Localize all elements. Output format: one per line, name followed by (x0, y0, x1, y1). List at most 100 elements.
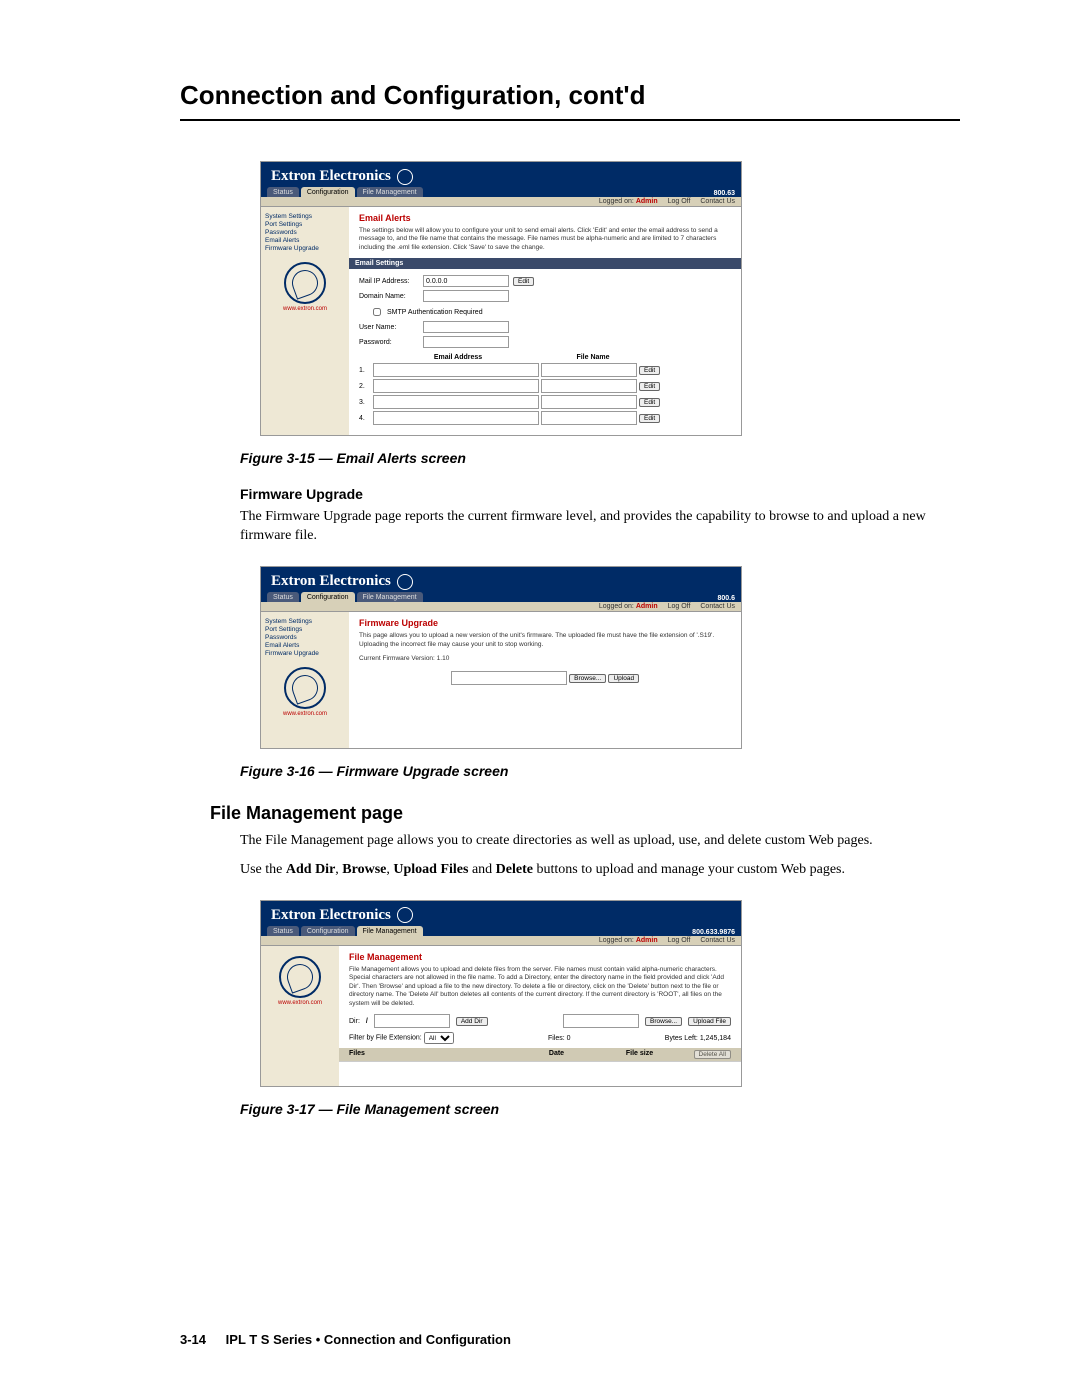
tab-bar: Status Configuration File Management 800… (261, 926, 741, 936)
smtp-auth-checkbox[interactable] (373, 308, 381, 316)
tab-status[interactable]: Status (267, 926, 299, 936)
tab-status[interactable]: Status (267, 592, 299, 602)
delete-all-button[interactable]: Delete All (694, 1050, 731, 1059)
sidebar-item-passwords[interactable]: Passwords (265, 634, 345, 641)
file-name-input[interactable] (541, 363, 637, 377)
col-file-size: File size (598, 1050, 681, 1059)
contact-link[interactable]: Contact Us (700, 937, 735, 944)
filter-select[interactable]: All (424, 1032, 454, 1044)
page-footer: 3-14 IPL T S Series • Connection and Con… (180, 1332, 511, 1347)
mail-ip-input[interactable] (423, 275, 509, 287)
sidebar-url[interactable]: www.extron.com (265, 306, 345, 312)
sidebar: www.extron.com (261, 946, 339, 1086)
extron-logo-icon (284, 667, 326, 709)
email-address-input[interactable] (373, 411, 539, 425)
file-name-input[interactable] (541, 411, 637, 425)
sidebar: System Settings Port Settings Passwords … (261, 207, 349, 435)
sidebar-item-port-settings[interactable]: Port Settings (265, 221, 345, 228)
tab-configuration[interactable]: Configuration (301, 187, 355, 197)
email-address-input[interactable] (373, 363, 539, 377)
status-bar: Logged on: Admin Log Off Contact Us (261, 602, 741, 612)
footer-text: IPL T S Series • Connection and Configur… (226, 1332, 511, 1347)
edit-button[interactable]: Edit (639, 398, 660, 407)
col-email-address: Email Address (373, 354, 543, 361)
email-address-input[interactable] (373, 379, 539, 393)
firmware-upgrade-screenshot: Extron Electronics Status Configuration … (260, 566, 742, 749)
window-header: Extron Electronics (261, 162, 741, 187)
sidebar-item-passwords[interactable]: Passwords (265, 229, 345, 236)
sidebar-item-system-settings[interactable]: System Settings (265, 618, 345, 625)
tab-file-management[interactable]: File Management (357, 592, 423, 602)
upload-button[interactable]: Upload (608, 674, 639, 683)
row-number: 2. (359, 383, 371, 390)
logoff-link[interactable]: Log Off (668, 937, 691, 944)
brand-text: Extron Electronics (271, 907, 391, 924)
logged-on-label: Logged on: (599, 603, 634, 610)
upload-path-input[interactable] (563, 1014, 639, 1028)
extron-logo-icon (284, 262, 326, 304)
contact-link[interactable]: Contact Us (700, 603, 735, 610)
tab-file-management[interactable]: File Management (357, 926, 423, 936)
password-label: Password: (359, 339, 419, 346)
firmware-upgrade-heading: Firmware Upgrade (240, 486, 960, 502)
panel-title: File Management (349, 952, 731, 962)
sidebar-item-system-settings[interactable]: System Settings (265, 213, 345, 220)
panel-title: Firmware Upgrade (359, 618, 731, 628)
brand-logo-icon (397, 907, 413, 923)
password-input[interactable] (423, 336, 509, 348)
firmware-file-input[interactable] (451, 671, 567, 685)
tab-configuration[interactable]: Configuration (301, 926, 355, 936)
sidebar-url[interactable]: www.extron.com (265, 1000, 335, 1006)
figure-15-caption: Figure 3-15 — Email Alerts screen (240, 450, 960, 466)
tab-bar: Status Configuration File Management 800… (261, 187, 741, 197)
main-panel: Email Alerts The settings below will all… (349, 207, 741, 435)
dir-input[interactable] (374, 1014, 450, 1028)
logoff-link[interactable]: Log Off (668, 603, 691, 610)
contact-link[interactable]: Contact Us (700, 198, 735, 205)
brand-logo-icon (397, 574, 413, 590)
sidebar-item-email-alerts[interactable]: Email Alerts (265, 642, 345, 649)
sidebar-url[interactable]: www.extron.com (265, 711, 345, 717)
page-number: 3-14 (180, 1332, 206, 1347)
col-date: Date (515, 1050, 598, 1059)
username-input[interactable] (423, 321, 509, 333)
browse-button[interactable]: Browse... (645, 1017, 682, 1026)
file-name-input[interactable] (541, 395, 637, 409)
row-number: 3. (359, 399, 371, 406)
edit-button[interactable]: Edit (639, 366, 660, 375)
window-header: Extron Electronics (261, 567, 741, 592)
firmware-version: Current Firmware Version: 1.10 (359, 655, 731, 663)
extron-logo-icon (279, 956, 321, 998)
tab-configuration[interactable]: Configuration (301, 592, 355, 602)
logged-on-user: Admin (636, 603, 658, 610)
add-dir-button[interactable]: Add Dir (456, 1017, 488, 1026)
sidebar-item-port-settings[interactable]: Port Settings (265, 626, 345, 633)
tab-status[interactable]: Status (267, 187, 299, 197)
file-management-p1: The File Management page allows you to c… (240, 832, 960, 851)
phone-number: 800.63 (714, 190, 735, 197)
browse-button[interactable]: Browse... (569, 674, 606, 683)
filter-label: Filter by File Extension: (349, 1035, 422, 1042)
sidebar-item-firmware-upgrade[interactable]: Firmware Upgrade (265, 245, 345, 252)
edit-button[interactable]: Edit (513, 277, 534, 286)
brand-text: Extron Electronics (271, 168, 391, 185)
firmware-upgrade-text: The Firmware Upgrade page reports the cu… (240, 508, 960, 546)
upload-file-button[interactable]: Upload File (688, 1017, 731, 1026)
logoff-link[interactable]: Log Off (668, 198, 691, 205)
row-number: 4. (359, 415, 371, 422)
sidebar-item-email-alerts[interactable]: Email Alerts (265, 237, 345, 244)
domain-name-input[interactable] (423, 290, 509, 302)
file-name-input[interactable] (541, 379, 637, 393)
phone-number: 800.633.9876 (692, 929, 735, 936)
tab-file-management[interactable]: File Management (357, 187, 423, 197)
edit-button[interactable]: Edit (639, 382, 660, 391)
main-panel: Firmware Upgrade This page allows you to… (349, 612, 741, 748)
email-address-input[interactable] (373, 395, 539, 409)
sidebar-item-firmware-upgrade[interactable]: Firmware Upgrade (265, 650, 345, 657)
logged-on-label: Logged on: (599, 937, 634, 944)
edit-button[interactable]: Edit (639, 414, 660, 423)
window-header: Extron Electronics (261, 901, 741, 926)
email-settings-bar: Email Settings (349, 258, 741, 269)
files-count: 0 (567, 1035, 571, 1042)
email-row: 1. Edit (359, 363, 731, 377)
